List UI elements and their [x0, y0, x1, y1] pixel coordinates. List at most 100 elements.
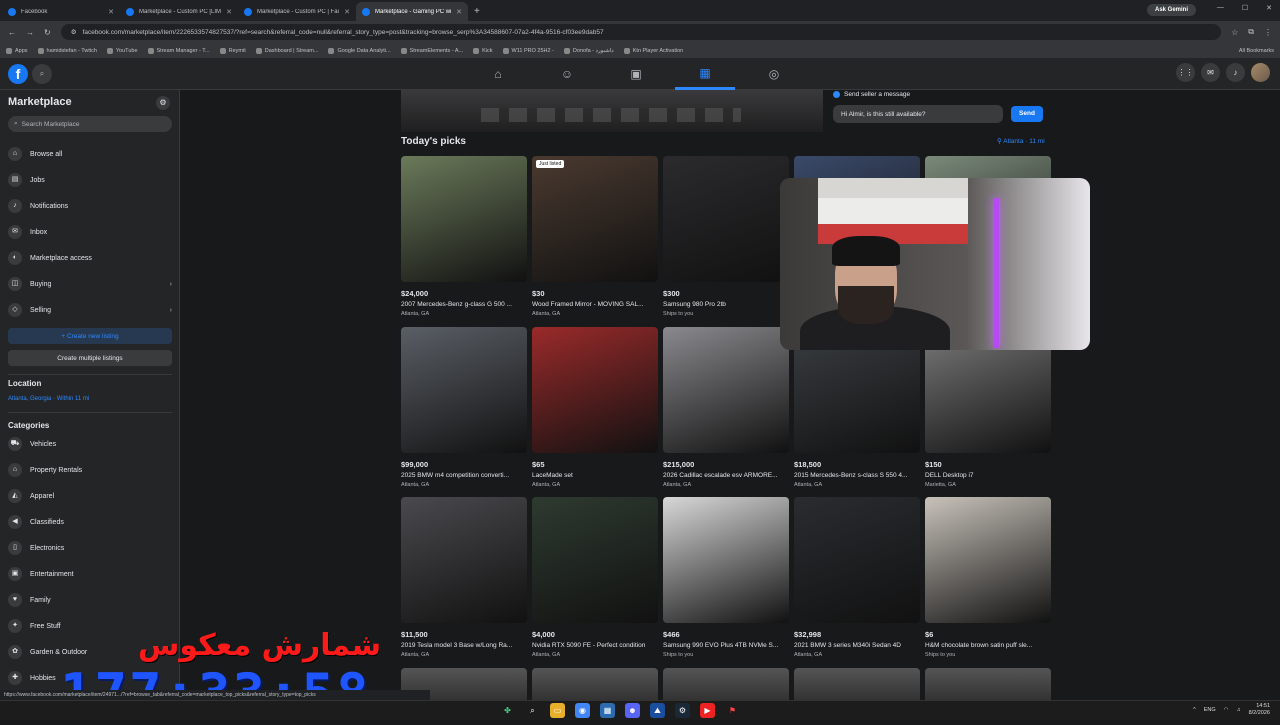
bookmark-item[interactable]: Reymit — [219, 47, 246, 54]
listing-card[interactable]: $466 Samsung 990 EVO Plus 4TB NVMe S... Sh… — [663, 497, 789, 665]
marketplace-search-input[interactable]: ⌕ Search Marketplace — [8, 116, 172, 132]
listing-photo[interactable]: Just listed — [532, 156, 658, 282]
listing-card[interactable]: $6 H&M chocolate brown satin puff sle... S… — [925, 497, 1051, 665]
listing-photo[interactable] — [663, 497, 789, 623]
discord-icon[interactable]: ☻ — [625, 703, 640, 718]
tab-close-icon[interactable]: ✕ — [456, 8, 462, 16]
media-player-icon[interactable]: ▶ — [700, 703, 715, 718]
notifications-bell-icon[interactable]: ♪ — [1226, 63, 1245, 82]
category-family[interactable]: ♥ Family — [8, 590, 172, 610]
app2-icon[interactable]: ⛰ — [650, 703, 665, 718]
site-info-icon[interactable]: ⚙ — [71, 28, 77, 36]
listing-card[interactable]: $11,500 2019 Tesla model 3 Base w/Long Ra… — [401, 497, 527, 665]
all-bookmarks-button[interactable]: All Bookmarks — [1239, 48, 1274, 54]
send-button[interactable]: Send — [1011, 106, 1043, 122]
checkbox-icon[interactable] — [833, 91, 840, 98]
settings-gear-icon[interactable]: ⚙ — [156, 96, 170, 110]
messenger-icon[interactable]: ✉ — [1201, 63, 1220, 82]
listing-card[interactable]: $18,500 2015 Mercedes-Benz s-class S 550 … — [794, 327, 920, 495]
listing-card[interactable]: $99,000 2025 BMW m4 competition converti.… — [401, 327, 527, 495]
wifi-icon[interactable]: ◠ — [1224, 707, 1229, 713]
search-icon[interactable]: ⌕ — [32, 64, 52, 84]
listing-card[interactable]: $4,000 Nvidia RTX 5090 FE - Perfect condi… — [532, 497, 658, 665]
maximize-icon[interactable]: ☐ — [1242, 4, 1248, 12]
category-apparel[interactable]: ◭ Apparel — [8, 486, 172, 506]
app-icon[interactable]: ▦ — [600, 703, 615, 718]
bookmark-item[interactable]: Google Data Analyti... — [328, 47, 391, 54]
bookmark-item[interactable]: StreamElements - A... — [400, 47, 463, 54]
bookmark-star-icon[interactable]: ☆ — [1231, 28, 1238, 37]
listing-photo[interactable] — [401, 327, 527, 453]
minimize-icon[interactable]: — — [1217, 4, 1224, 12]
listing-card[interactable]: $300 Samsung 980 Pro 2tb Ships to you — [663, 156, 789, 324]
bookmark-item[interactable]: W11 PRO 25H2 - — [502, 47, 554, 54]
ask-gemini-button[interactable]: Ask Gemini — [1146, 4, 1196, 16]
bookmark-item[interactable]: Dashboard | Stream... — [255, 47, 318, 54]
groups-icon[interactable]: ◎ — [744, 58, 804, 90]
bookmark-item[interactable]: hamidstefan - Twitch — [37, 47, 97, 54]
listing-card[interactable]: $32,998 2021 BMW 3 series M340i Sedan 4D A… — [794, 497, 920, 665]
taskbar-search-icon[interactable]: ⌕ — [525, 703, 540, 718]
forward-icon[interactable]: → — [26, 28, 34, 37]
language-indicator[interactable]: ENG — [1204, 707, 1216, 713]
file-explorer-icon[interactable]: ▭ — [550, 703, 565, 718]
listing-card[interactable]: $65 LaceMade set Atlanta, GA — [532, 327, 658, 495]
listing-photo[interactable] — [401, 497, 527, 623]
message-input[interactable]: Hi Almir, is this still available? — [833, 105, 1003, 123]
sidebar-item-marketplace-access[interactable]: ◐ Marketplace access — [8, 248, 172, 268]
chrome-icon[interactable]: ◉ — [575, 703, 590, 718]
apps-grid-icon[interactable]: ⋮⋮ — [1176, 63, 1195, 82]
facebook-logo-icon[interactable]: f — [8, 64, 28, 84]
url-field[interactable]: ⚙ facebook.com/marketplace/item/22265335… — [60, 24, 1222, 40]
friends-icon[interactable]: ☺ — [537, 58, 597, 90]
sidebar-item-jobs[interactable]: ▤ Jobs — [8, 170, 172, 190]
menu-icon[interactable]: ⋮ — [1264, 28, 1272, 37]
listing-card[interactable]: Just listed $30 Wood Framed Mirror - MOVIN… — [532, 156, 658, 324]
tab-close-icon[interactable]: ✕ — [226, 8, 232, 16]
avatar[interactable] — [1251, 63, 1270, 82]
home-icon[interactable]: ⌂ — [468, 58, 528, 90]
browser-tab[interactable]: Facebook ✕ — [2, 2, 120, 21]
location-link[interactable]: Atlanta, Georgia · Within 11 mi — [8, 396, 89, 402]
listing-photo[interactable] — [794, 497, 920, 623]
category-property-rentals[interactable]: ⌂ Property Rentals — [8, 460, 172, 480]
sidebar-item-inbox[interactable]: ✉ Inbox — [8, 222, 172, 242]
listing-card[interactable]: $24,000 2007 Mercedes-Benz g-class G 500 … — [401, 156, 527, 324]
listing-card[interactable]: $150 DELL Desktop i7 Marietta, GA — [925, 327, 1051, 495]
back-icon[interactable]: ← — [8, 28, 16, 37]
category-electronics[interactable]: ▯ Electronics — [8, 538, 172, 558]
sidebar-item-browse-all[interactable]: ⌂ Browse all — [8, 144, 172, 164]
bookmark-item[interactable]: YouTube — [106, 47, 138, 54]
marketplace-icon[interactable]: ▦ — [675, 58, 735, 90]
browser-tab[interactable]: Marketplace - Gaming PC with ✕ — [356, 2, 468, 21]
create-multiple-listings-button[interactable]: Create multiple listings — [8, 350, 172, 366]
bookmark-item[interactable]: Stream Manager - T... — [147, 47, 210, 54]
create-new-listing-button[interactable]: + Create new listing — [8, 328, 172, 344]
steam-icon[interactable]: ⚙ — [675, 703, 690, 718]
category-vehicles[interactable]: ⛟ Vehicles — [8, 434, 172, 454]
thumbnail-strip[interactable] — [481, 108, 741, 122]
listing-photo[interactable] — [663, 327, 789, 453]
volume-icon[interactable]: ♫ — [1236, 707, 1240, 713]
reload-icon[interactable]: ↻ — [44, 28, 51, 37]
picks-location-link[interactable]: ⚲ Atlanta · 11 mi — [997, 137, 1045, 145]
listing-photo[interactable] — [532, 497, 658, 623]
sidebar-item-selling[interactable]: ◇ Selling › — [8, 300, 172, 320]
bookmark-item[interactable]: Apps — [6, 47, 28, 54]
clock[interactable]: 14:51 8/2/2026 — [1249, 703, 1270, 717]
browser-tab[interactable]: Marketplace - Custom PC | Fac ✕ — [238, 2, 356, 21]
listing-photo[interactable] — [401, 156, 527, 282]
sidebar-item-buying[interactable]: ◫ Buying › — [8, 274, 172, 294]
extensions-icon[interactable]: ⧉ — [1248, 27, 1254, 37]
bookmark-item[interactable]: Ktn Player Activation — [623, 47, 683, 54]
listing-photo[interactable] — [663, 156, 789, 282]
sidebar-item-notifications[interactable]: ♪ Notifications — [8, 196, 172, 216]
start-icon[interactable]: ✤ — [500, 703, 515, 718]
bookmark-item[interactable]: Donofa - داشبورد — [563, 47, 614, 54]
tab-close-icon[interactable]: ✕ — [108, 8, 114, 16]
listing-card[interactable]: $215,000 2026 Cadillac escalade esv ARMOR… — [663, 327, 789, 495]
new-tab-icon[interactable]: + — [474, 6, 480, 17]
tray-chevron-icon[interactable]: ^ — [1193, 707, 1196, 713]
listing-photo-carousel[interactable] — [401, 90, 823, 132]
tab-close-icon[interactable]: ✕ — [344, 8, 350, 16]
